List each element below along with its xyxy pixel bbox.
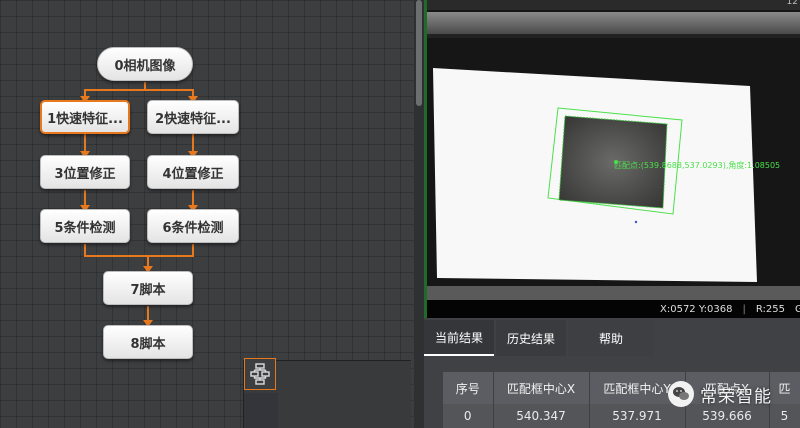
tab-label: 帮助 bbox=[599, 331, 624, 346]
results-table: 序号 匹配框中心X 匹配框中心Y 匹配点X 匹 0 540.347 537.97… bbox=[443, 372, 800, 428]
node-label: 2快速特征... bbox=[155, 111, 231, 127]
column-header[interactable]: 匹 bbox=[769, 372, 800, 404]
node-label: 6条件检测 bbox=[162, 220, 224, 236]
table-cell: 5 bbox=[769, 404, 800, 428]
column-header[interactable]: 匹配框中心Y bbox=[589, 372, 686, 404]
column-header[interactable]: 匹配点X bbox=[685, 372, 770, 404]
node-label: 5条件检测 bbox=[54, 220, 116, 236]
results-panel: 当前结果 历史结果 帮助 序号 匹配框中心X 匹配框中心Y 匹配点X 匹 0 5… bbox=[424, 318, 800, 428]
results-tabs: 当前结果 历史结果 帮助 bbox=[424, 320, 656, 356]
tab-history-results[interactable]: 历史结果 bbox=[496, 320, 567, 356]
flow-node-condition-check-5[interactable]: 5条件检测 bbox=[40, 209, 130, 243]
camera-image[interactable]: 匹配点:(539.8688,537.0293),角度:1.08505 bbox=[427, 10, 800, 300]
image-view[interactable]: 12 匹配点:(539.8688,537.0293),角度:1.08505 X:… bbox=[424, 0, 800, 318]
image-topbar: 12 bbox=[427, 0, 800, 10]
node-label: 1快速特征... bbox=[47, 111, 123, 127]
link-5-7 bbox=[84, 244, 149, 268]
pixel-g: G: bbox=[794, 303, 800, 315]
top-number: 12 bbox=[786, 0, 798, 7]
link-0-1 bbox=[84, 82, 146, 97]
link-0-2 bbox=[144, 82, 194, 97]
image-top-border bbox=[427, 12, 800, 34]
table-cell: 537.971 bbox=[589, 404, 686, 428]
node-label: 8脚本 bbox=[130, 336, 166, 352]
link-6-7 bbox=[148, 244, 194, 257]
flow-node-script-7[interactable]: 7脚本 bbox=[103, 271, 193, 305]
pixel-rgb: R:255 bbox=[755, 303, 785, 315]
table-cell: 540.347 bbox=[493, 404, 590, 428]
subflow-icon[interactable] bbox=[244, 358, 276, 390]
column-header[interactable]: 序号 bbox=[443, 372, 494, 404]
match-label: 匹配点:(539.8688,537.0293),角度:1.08505 bbox=[614, 160, 780, 170]
table-row[interactable]: 0 540.347 537.971 539.666 5 bbox=[443, 404, 800, 428]
node-label: 0相机图像 bbox=[114, 58, 176, 74]
flow-node-position-fix-3[interactable]: 3位置修正 bbox=[40, 155, 130, 189]
flow-node-fast-feature-1[interactable]: 1快速特征... bbox=[40, 100, 130, 134]
table-header-row: 序号 匹配框中心X 匹配框中心Y 匹配点X 匹 bbox=[443, 372, 800, 404]
tab-current-results[interactable]: 当前结果 bbox=[424, 320, 495, 356]
flow-canvas[interactable]: 0相机图像 1快速特征... 2快速特征... 3位置修正 4位置修正 5条件检… bbox=[0, 0, 414, 428]
table-cell: 539.666 bbox=[685, 404, 770, 428]
node-label: 4位置修正 bbox=[162, 166, 224, 182]
table-cell: 0 bbox=[443, 404, 494, 428]
flow-node-camera-image[interactable]: 0相机图像 bbox=[97, 47, 193, 81]
node-label: 3位置修正 bbox=[54, 166, 116, 182]
tab-help[interactable]: 帮助 bbox=[568, 320, 655, 356]
pixel-coords: X:0572 Y:0368 bbox=[660, 303, 733, 315]
tab-label: 当前结果 bbox=[435, 330, 484, 345]
flow-scrollbar[interactable] bbox=[414, 0, 424, 428]
node-label: 7脚本 bbox=[130, 282, 166, 298]
flow-node-fast-feature-2[interactable]: 2快速特征... bbox=[147, 100, 239, 134]
flow-node-condition-check-6[interactable]: 6条件检测 bbox=[147, 209, 239, 243]
column-header[interactable]: 匹配框中心X bbox=[493, 372, 590, 404]
flow-node-script-8[interactable]: 8脚本 bbox=[103, 325, 193, 359]
subflow-icon-glyph bbox=[250, 363, 270, 385]
pixel-info-bar: X:0572 Y:0368 | R:255 G: bbox=[427, 300, 800, 318]
flow-node-position-fix-4[interactable]: 4位置修正 bbox=[147, 155, 239, 189]
flow-scroll-thumb[interactable] bbox=[416, 0, 422, 106]
tab-label: 历史结果 bbox=[507, 331, 556, 346]
